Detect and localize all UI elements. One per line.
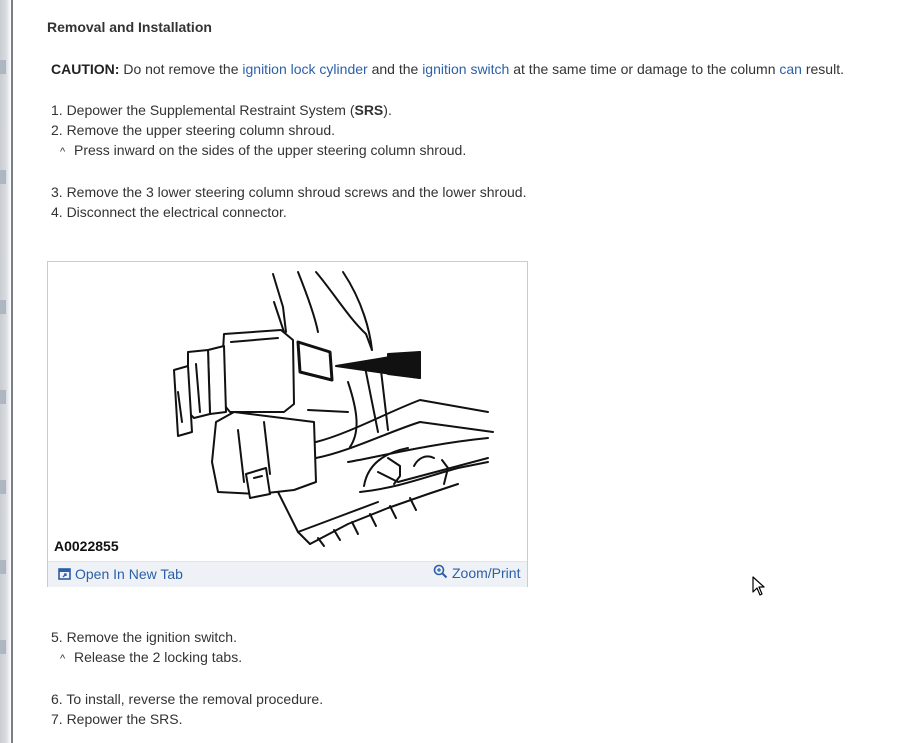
section-title: Removal and Installation <box>47 19 212 35</box>
steering-column-illustration <box>173 271 494 547</box>
steps-list-a: 1. Depower the Supplemental Restraint Sy… <box>51 100 526 222</box>
step-4: 4. Disconnect the electrical connector. <box>51 204 287 220</box>
bullet-caret: ^ <box>60 653 66 665</box>
step-3: 3. Remove the 3 lower steering column sh… <box>51 184 527 200</box>
caution-text-1: Do not remove the <box>119 61 243 77</box>
figure-panel: A0022855 Open In New Tab Zoom/Print <box>47 261 528 587</box>
step-2: 2. Remove the upper steering column shro… <box>51 122 336 138</box>
ignition-switch-link[interactable]: ignition switch <box>422 61 509 77</box>
step-5-substep: ^ Release the 2 locking tabs. <box>51 647 323 669</box>
caution-text-2: and the <box>367 61 423 77</box>
zoom-icon <box>433 564 448 579</box>
open-in-new-tab-label: Open In New Tab <box>75 566 183 582</box>
open-in-new-tab-link[interactable]: Open In New Tab <box>58 566 183 582</box>
caution-text: CAUTION: Do not remove the ignition lock… <box>51 61 844 77</box>
mouse-cursor-icon <box>752 576 765 596</box>
step-6: 6. To install, reverse the removal proce… <box>51 691 324 707</box>
bullet-caret: ^ <box>60 146 66 158</box>
srs-abbrev: SRS <box>354 102 384 118</box>
caution-text-4: result. <box>801 61 844 77</box>
open-new-tab-icon <box>58 568 71 580</box>
step-7: 7. Repower the SRS. <box>51 711 183 727</box>
steps-list-b: 5. Remove the ignition switch. ^ Release … <box>51 627 323 729</box>
ignition-lock-cylinder-link[interactable]: ignition lock cylinder <box>242 61 367 77</box>
caution-text-3: at the same time or damage to the column <box>509 61 780 77</box>
can-link[interactable]: can <box>779 61 802 77</box>
left-scroll-edge <box>0 0 11 743</box>
left-divider <box>11 0 13 743</box>
step-5: 5. Remove the ignition switch. <box>51 629 237 645</box>
step-2-substep: ^ Press inward on the sides of the upper … <box>51 140 526 162</box>
zoom-print-label: Zoom/Print <box>452 565 521 581</box>
figure-label: A0022855 <box>54 538 119 554</box>
caution-label: CAUTION: <box>51 61 120 77</box>
zoom-print-link[interactable]: Zoom/Print <box>433 564 520 581</box>
step-1: 1. Depower the Supplemental Restraint Sy… <box>51 102 392 118</box>
figure-toolbar: Open In New Tab Zoom/Print <box>48 561 527 587</box>
